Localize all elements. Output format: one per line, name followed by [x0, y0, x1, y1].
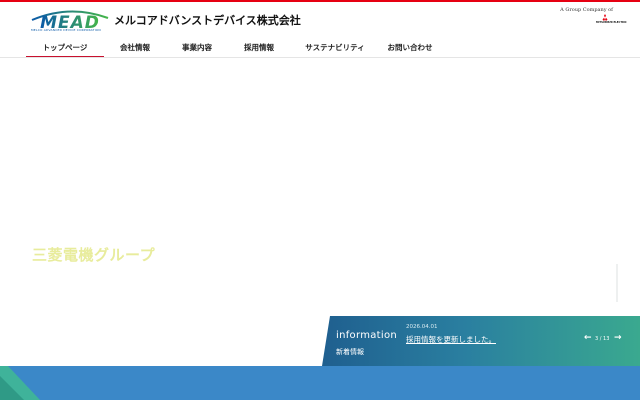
- slider-indicator[interactable]: [616, 264, 618, 302]
- site-header: MEAD MELCO ADVANCED DEVICE CORPORATION メ…: [0, 2, 640, 58]
- three-diamonds-icon: [602, 14, 608, 21]
- info-title: information: [336, 330, 398, 341]
- nav-sustainability[interactable]: サステナビリティ: [290, 39, 380, 59]
- nav-contact[interactable]: お問い合わせ: [380, 39, 440, 59]
- company-name: メルコアドバンストデバイス株式会社: [114, 14, 301, 27]
- bottom-band: [0, 366, 640, 400]
- mitsubishi-electric-logo[interactable]: MITSUBISHI ELECTRIC: [596, 14, 627, 28]
- arrow-right-icon[interactable]: →: [614, 333, 622, 343]
- parent-brand-name: MITSUBISHI ELECTRIC: [596, 21, 627, 24]
- nav-company-info[interactable]: 会社情報: [104, 39, 166, 59]
- global-nav: トップページ 会社情報 事業内容 採用情報 サステナビリティ お問い合わせ: [26, 39, 440, 59]
- news-headline-link[interactable]: 採用情報を更新しました。: [406, 334, 496, 345]
- nav-business[interactable]: 事業内容: [166, 39, 228, 59]
- arrow-left-icon[interactable]: ←: [584, 333, 592, 343]
- nav-recruit[interactable]: 採用情報: [228, 39, 290, 59]
- logo-subtitle: MELCO ADVANCED DEVICE CORPORATION: [31, 28, 101, 32]
- information-panel: information 新着情報 2026.04.01 採用情報を更新しました。…: [322, 316, 640, 366]
- news-counter: 3 / 13: [595, 336, 610, 342]
- info-subtitle: 新着情報: [336, 348, 364, 356]
- nav-top-page[interactable]: トップページ: [26, 39, 104, 59]
- group-company-text: A Group Company of: [560, 7, 613, 13]
- hero-text: 三菱電機グループ: [32, 246, 156, 264]
- news-date: 2026.04.01: [406, 324, 438, 330]
- corner-decoration: [0, 366, 40, 400]
